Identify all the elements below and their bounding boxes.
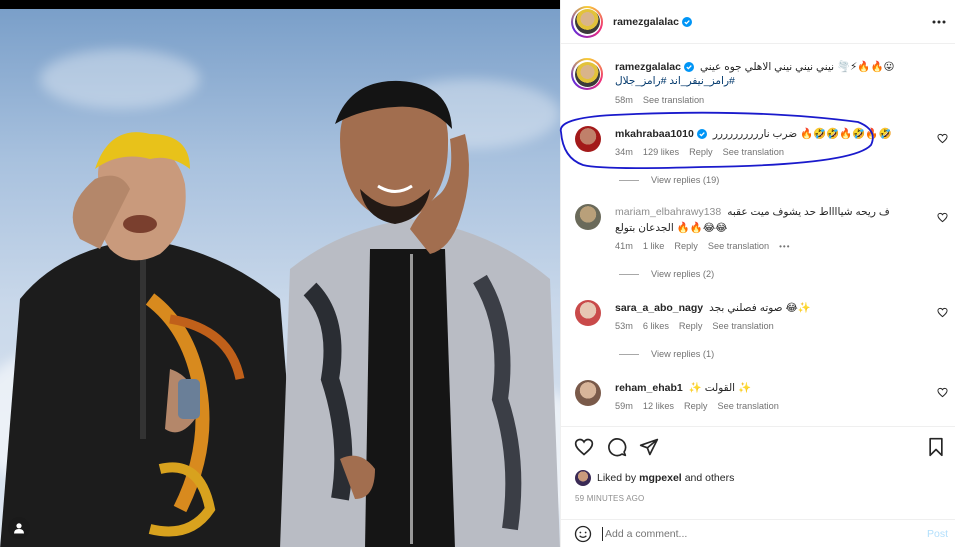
view-replies-button[interactable]: View replies (19) [619,175,719,185]
user-icon [14,523,24,534]
liker-avatar[interactable] [575,470,591,486]
comment-text-line2: 😂😂🔥🔥 الجدعان بتولع [615,222,728,234]
view-replies-label[interactable]: View replies (2) [651,269,714,279]
commenter-avatar[interactable] [575,204,601,230]
commenter-avatar[interactable] [575,300,601,326]
post-photo[interactable] [0,9,560,547]
comment-username[interactable]: reham_ehab1 [615,382,683,394]
liked-by-user[interactable]: mgpexel [639,472,682,484]
comment-see-translation[interactable]: See translation [712,321,773,331]
view-replies-label[interactable]: View replies (1) [651,349,714,359]
comment-see-translation[interactable]: See translation [708,241,769,251]
tagged-users-button[interactable] [8,517,30,539]
liked-by-row: Liked by mgpexel and others [575,470,734,486]
comment-item: reham_ehab1 ✨ القولت ✨ 59m 12 likes Repl… [575,378,955,418]
comment-likes[interactable]: 1 like [643,241,664,251]
comment-likes[interactable]: 129 likes [643,147,679,157]
caption-see-translation[interactable]: See translation [643,95,704,105]
verified-badge-icon [681,16,692,27]
caption-username[interactable]: ramezgalalac [615,61,681,73]
view-replies-button[interactable]: View replies (1) [619,349,714,359]
add-comment-bar: Post [561,519,955,547]
comment-username[interactable]: mariam_elbahrawy138 [615,206,721,218]
comment-username[interactable]: mkahrabaa1010 [615,128,694,140]
post-action-bar [561,426,955,466]
caption-author-avatar[interactable] [571,58,603,90]
comment-text: 🤣🔥🤣🔥🤣🤣🔥 ضرب نارررررررررر [712,128,892,140]
comment-more-options[interactable]: ••• [779,242,790,251]
comment-item: mkahrabaa1010 🤣🔥🤣🔥🤣🤣🔥 ضرب نارررررررررر 3… [575,124,955,164]
comment-see-translation[interactable]: See translation [723,147,784,157]
comment-time: 34m [615,147,633,157]
author-avatar[interactable] [571,5,603,38]
commenter-avatar[interactable] [575,126,601,152]
liked-by-prefix: Liked by [597,472,637,484]
comment-text: ✨😂 صوته فصلني بجد [709,302,811,314]
caption-time: 58m [615,95,633,105]
paper-plane-icon[interactable] [639,437,659,457]
verified-badge-icon [683,61,694,72]
comment-icon[interactable] [607,437,627,457]
heart-icon[interactable] [574,437,594,457]
comment-time: 41m [615,241,633,251]
author-username[interactable]: ramezgalalac [613,16,679,28]
comment-time: 53m [615,321,633,331]
comment-reply-button[interactable]: Reply [674,241,698,251]
bookmark-icon[interactable] [926,437,946,457]
smiley-icon[interactable] [574,525,592,543]
view-replies-button[interactable]: View replies (2) [619,269,714,279]
comment-item: mariam_elbahrawy138 ف ريحه شيااااط حد يش… [575,204,955,256]
comment-reply-button[interactable]: Reply [679,321,703,331]
comment-like-heart-icon[interactable] [937,307,948,318]
right-person-illustration [280,80,560,547]
post-comment-button[interactable]: Post [927,528,948,540]
post-timestamp[interactable]: 59 MINUTES AGO [575,494,644,503]
comment-item: sara_a_abo_nagy ✨😂 صوته فصلني بجد 53m 6 … [575,298,955,338]
post-header: ramezgalalac [561,0,955,44]
verified-badge-icon [696,128,707,139]
commenter-avatar[interactable] [575,380,601,406]
comment-like-heart-icon[interactable] [937,387,948,398]
comment-text: ✨ القولت ✨ [688,382,752,394]
comment-username[interactable]: sara_a_abo_nagy [615,302,703,314]
comment-likes[interactable]: 12 likes [643,401,674,411]
comment-likes[interactable]: 6 likes [643,321,669,331]
view-replies-label[interactable]: View replies (19) [651,175,719,185]
left-person-illustration [0,132,300,547]
more-horizontal-icon[interactable] [932,16,946,28]
caption-hashtags[interactable]: #رامز_نيفر_اند #رامز_جلال [615,75,945,87]
top-black-bar [0,0,560,9]
comment-reply-button[interactable]: Reply [684,401,708,411]
liked-by-others[interactable]: and others [685,472,735,484]
comment-text: ف ريحه شيااااط حد يشوف ميت عقبه [727,206,890,218]
comment-like-heart-icon[interactable] [937,212,948,223]
caption-text: 😛🔥🔥⚡🌪️ نيني نيني نيني الاهلي جوه عيني [699,61,895,73]
comment-like-heart-icon[interactable] [937,133,948,144]
comment-time: 59m [615,401,633,411]
post-details-panel: ramezgalalac ramezgalalac 😛🔥🔥⚡🌪️ نيني ني… [560,0,955,547]
add-comment-input[interactable] [602,526,902,541]
comment-reply-button[interactable]: Reply [689,147,713,157]
cloud [40,49,200,109]
comment-see-translation[interactable]: See translation [718,401,779,411]
